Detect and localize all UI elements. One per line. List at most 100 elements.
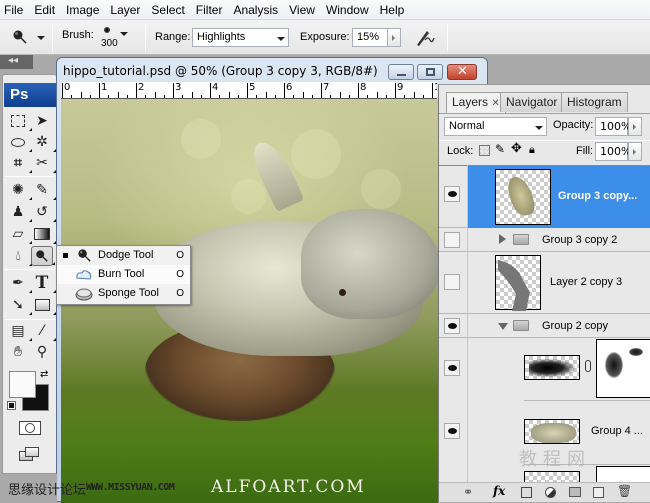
layer-row[interactable]: Group 3 copy...: [439, 166, 650, 228]
notes-tool[interactable]: ▤: [7, 321, 32, 341]
zoom-tool[interactable]: ⚲: [31, 342, 53, 362]
brush-picker[interactable]: 300: [98, 24, 128, 52]
layer-name: Group 2 copy: [542, 320, 609, 332]
flyout-item-sponge[interactable]: Sponge Tool O: [57, 284, 190, 303]
lock-transparency-icon[interactable]: [479, 145, 490, 156]
double-chevron-left-icon: ◂◂: [8, 55, 19, 66]
eraser-tool[interactable]: ▱: [7, 224, 32, 244]
expand-triangle-icon[interactable]: [499, 234, 506, 244]
gradient-tool[interactable]: [31, 224, 56, 244]
menu-view[interactable]: View: [285, 0, 322, 20]
ruler-label: 5: [249, 82, 256, 93]
swap-colors-icon[interactable]: ⇄: [40, 369, 48, 380]
magic-wand-tool[interactable]: ✲: [31, 132, 56, 152]
tool-preset-picker[interactable]: [12, 29, 45, 47]
flyout-item-dodge[interactable]: Dodge Tool O: [57, 246, 190, 265]
shape-tool[interactable]: [31, 295, 56, 315]
layer-name: Group 3 copy 2: [542, 234, 618, 246]
adjustment-layer-icon[interactable]: [545, 487, 556, 498]
menu-layer[interactable]: Layer: [106, 0, 147, 20]
visibility-eye-icon[interactable]: [444, 423, 460, 439]
visibility-eye-icon[interactable]: [444, 232, 460, 248]
fx-icon[interactable]: fx: [493, 484, 505, 498]
menu-window[interactable]: Window: [322, 0, 376, 20]
toolbox-collapse-handle[interactable]: ◂◂: [0, 55, 33, 69]
layer-row[interactable]: [439, 338, 650, 401]
link-layers-icon[interactable]: ⚭: [463, 485, 473, 499]
menu-select[interactable]: Select: [147, 0, 191, 20]
lock-position-icon[interactable]: ✥: [511, 141, 522, 156]
foreground-color-swatch[interactable]: [9, 371, 36, 398]
collapse-triangle-icon[interactable]: [498, 323, 508, 330]
close-tab-icon[interactable]: ✕: [491, 98, 499, 109]
visibility-eye-icon[interactable]: [444, 186, 460, 202]
lock-pixels-icon[interactable]: ✎: [495, 142, 505, 156]
layer-row[interactable]: Group 2 copy: [439, 314, 650, 338]
blend-mode-select[interactable]: Normal: [444, 117, 547, 136]
layer-mask-thumbnail[interactable]: [596, 339, 650, 398]
opacity-input[interactable]: 100%: [595, 117, 632, 136]
history-brush-tool[interactable]: ↺: [31, 202, 56, 222]
fill-value: 100%: [600, 145, 632, 158]
lasso-tool[interactable]: [7, 132, 32, 152]
slice-tool[interactable]: ✂: [31, 153, 56, 173]
layer-thumbnail: [495, 255, 541, 311]
pen-tool[interactable]: ✒: [7, 273, 32, 293]
crop-tool[interactable]: ⌗: [7, 153, 32, 173]
opacity-slider-button[interactable]: [628, 117, 642, 136]
clone-stamp-tool[interactable]: ♟: [7, 202, 32, 222]
tab-label: Navigator: [506, 95, 558, 109]
menu-help[interactable]: Help: [376, 0, 412, 20]
flyout-item-burn[interactable]: Burn Tool O: [57, 265, 190, 284]
hand-tool[interactable]: ✋︎: [7, 342, 29, 362]
spot-healing-tool[interactable]: ✺: [7, 180, 32, 200]
flyout-shortcut: O: [176, 288, 184, 299]
trash-icon[interactable]: 🗑︎: [617, 484, 632, 498]
minimize-button[interactable]: [388, 64, 414, 80]
dodge-tool[interactable]: [31, 246, 55, 266]
layer-row[interactable]: Layer 2 copy 3: [439, 252, 650, 314]
visibility-eye-icon[interactable]: [444, 360, 460, 376]
mask-link-icon[interactable]: [585, 360, 591, 372]
fill-input[interactable]: 100%: [595, 142, 632, 161]
default-colors-icon[interactable]: [7, 401, 16, 410]
lock-label: Lock:: [447, 145, 474, 157]
maximize-button[interactable]: [417, 64, 443, 80]
visibility-eye-icon[interactable]: [444, 318, 460, 334]
brush-tool[interactable]: ✎: [31, 180, 56, 200]
eyedropper-tool[interactable]: ⁄: [31, 321, 56, 341]
menu-edit[interactable]: Edit: [30, 0, 62, 20]
watermark-cn-forum: 思缘设计论坛: [8, 483, 87, 498]
marquee-tool[interactable]: [7, 111, 32, 131]
menu-analysis[interactable]: Analysis: [229, 0, 285, 20]
visibility-eye-icon[interactable]: [444, 274, 460, 290]
exposure-input[interactable]: 15%: [352, 28, 388, 47]
tab-navigator[interactable]: Navigator: [500, 92, 564, 112]
tab-histogram[interactable]: Histogram: [561, 92, 628, 112]
hand-icon: ✋︎: [14, 344, 22, 360]
new-layer-icon[interactable]: [593, 487, 604, 498]
menu-file[interactable]: File: [0, 0, 30, 20]
blur-tool[interactable]: 💧︎: [7, 246, 32, 266]
menu-image[interactable]: Image: [62, 0, 106, 20]
range-select[interactable]: Highlights: [192, 28, 289, 47]
lock-all-icon[interactable]: 🔒︎: [529, 143, 535, 157]
layer-row[interactable]: Group 3 copy 2: [439, 228, 650, 252]
add-mask-icon[interactable]: [521, 487, 532, 498]
fill-slider-button[interactable]: [628, 142, 642, 161]
path-selection-tool[interactable]: ➘: [7, 295, 32, 315]
move-tool[interactable]: ➤: [31, 111, 53, 131]
eyedropper-icon: ⁄: [40, 323, 44, 339]
opacity-value: 100%: [600, 120, 632, 133]
tab-layers[interactable]: Layers ✕: [446, 92, 506, 113]
menu-filter[interactable]: Filter: [192, 0, 230, 20]
airbrush-toggle[interactable]: [414, 28, 436, 48]
marquee-icon: [11, 115, 25, 127]
screen-mode-button[interactable]: [19, 447, 43, 463]
ruler-tick: [321, 83, 322, 98]
close-button[interactable]: ✕: [447, 64, 477, 80]
type-tool[interactable]: T: [31, 273, 56, 293]
new-group-icon[interactable]: [569, 487, 581, 497]
exposure-slider-button[interactable]: [387, 28, 401, 47]
quick-mask-button[interactable]: [19, 421, 41, 435]
